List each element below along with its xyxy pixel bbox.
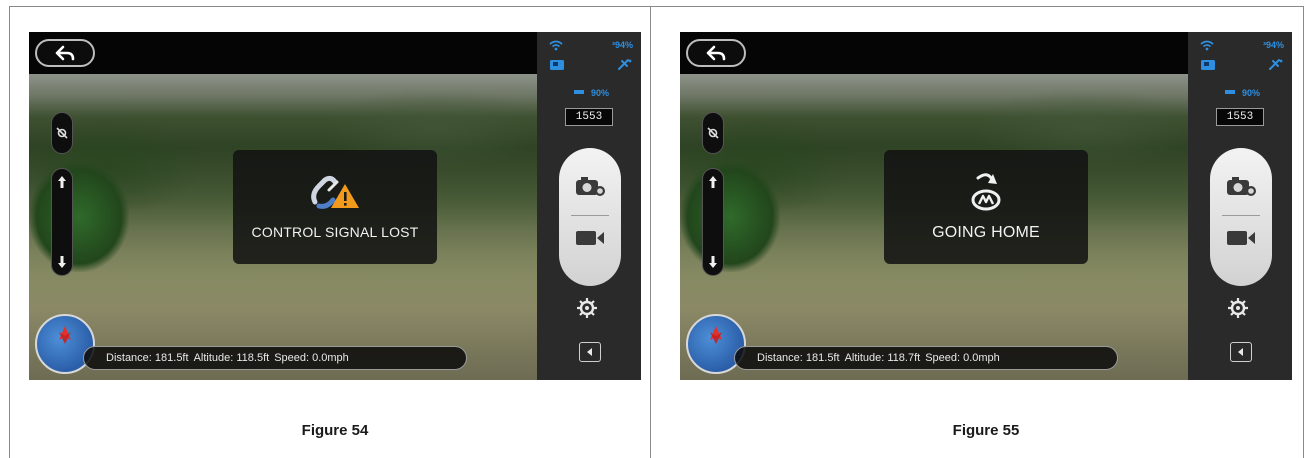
altitude-slider[interactable]: [702, 168, 724, 276]
capture-capsule: [1210, 148, 1272, 286]
figure-caption: Figure 54: [301, 422, 369, 439]
gimbal-icon: [707, 127, 719, 139]
top-bar: [29, 32, 537, 74]
wifi-icon: [549, 40, 563, 51]
arrow-down-icon: [58, 256, 66, 268]
gimbal-toggle[interactable]: [702, 112, 724, 154]
telemetry-bar: Distance: 181.5ft Altitude: 118.7ft Spee…: [734, 346, 1118, 370]
status-overlay: GOING HOME: [884, 150, 1088, 264]
figure-54: CONTROL SIGNAL LOST Distance: 181.5ft Al…: [0, 0, 641, 458]
photo-button[interactable]: [1225, 174, 1257, 203]
settings-button[interactable]: [1226, 296, 1250, 325]
signal-lost-warning-icon: [307, 172, 363, 212]
wifi-battery-icon: [1224, 90, 1235, 94]
app-screen: GOING HOME Distance: 181.5ft Altitude: 1…: [680, 32, 1292, 380]
status-row-mid: [1200, 58, 1284, 71]
capture-capsule: [559, 148, 621, 286]
gimbal-toggle[interactable]: [51, 112, 73, 154]
right-control-panel: ³94% 90% 1553: [1188, 32, 1292, 380]
menu-toggle-button[interactable]: [1230, 342, 1252, 362]
camera-icon: [1227, 177, 1256, 196]
wifi-battery-icon: [573, 90, 584, 94]
wifi-battery-readout: 90%: [1241, 88, 1260, 98]
wifi-battery-readout: 90%: [590, 88, 609, 98]
wifi-icon: [1200, 40, 1214, 51]
satellite-icon: [1269, 59, 1283, 70]
photo-counter: 1553: [1216, 108, 1264, 126]
figure-caption: Figure 55: [952, 422, 1020, 439]
status-row-top: ³94%: [549, 40, 633, 51]
satellite-icon: [618, 59, 632, 70]
speed-readout: Speed: 0.0mph: [925, 352, 1000, 364]
video-button[interactable]: [1225, 228, 1257, 253]
triangle-left-icon: [587, 348, 592, 356]
video-camera-icon: [576, 231, 604, 245]
arrow-up-icon: [709, 176, 717, 188]
camera-link-icon: [550, 60, 564, 70]
top-bar: [680, 32, 1188, 74]
arrow-up-icon: [58, 176, 66, 188]
status-row-mid: [549, 58, 633, 71]
distance-readout: Distance: 181.5ft: [757, 352, 840, 364]
gear-icon: [1228, 298, 1248, 318]
back-button[interactable]: [35, 39, 95, 67]
right-control-panel: ³94% 90% 1553: [537, 32, 641, 380]
speed-readout: Speed: 0.0mph: [274, 352, 349, 364]
status-row-battery: 90%: [1200, 88, 1284, 98]
overlay-message: GOING HOME: [932, 224, 1040, 241]
gear-icon: [577, 298, 597, 318]
photo-counter: 1553: [565, 108, 613, 126]
rc-signal-readout: ³94%: [1262, 40, 1284, 50]
arrow-down-icon: [709, 256, 717, 268]
telemetry-bar: Distance: 181.5ft Altitude: 118.5ft Spee…: [83, 346, 467, 370]
camera-icon: [576, 177, 605, 196]
altitude-slider[interactable]: [51, 168, 73, 276]
back-arrow-icon: [55, 45, 75, 61]
video-button[interactable]: [574, 228, 606, 253]
distance-readout: Distance: 181.5ft: [106, 352, 189, 364]
status-row-top: ³94%: [1200, 40, 1284, 51]
altitude-readout: Altitude: 118.5ft: [193, 352, 270, 364]
altitude-readout: Altitude: 118.7ft: [844, 352, 921, 364]
status-row-battery: 90%: [549, 88, 633, 98]
video-camera-icon: [1227, 231, 1255, 245]
rc-signal-readout: ³94%: [611, 40, 633, 50]
status-overlay: CONTROL SIGNAL LOST: [233, 150, 437, 264]
figure-55: GOING HOME Distance: 181.5ft Altitude: 1…: [651, 0, 1292, 458]
back-button[interactable]: [686, 39, 746, 67]
photo-button[interactable]: [574, 174, 606, 203]
back-arrow-icon: [706, 45, 726, 61]
overlay-message: CONTROL SIGNAL LOST: [251, 224, 419, 240]
going-home-icon: [969, 172, 1003, 212]
gimbal-icon: [56, 127, 68, 139]
camera-link-icon: [1201, 60, 1215, 70]
menu-toggle-button[interactable]: [579, 342, 601, 362]
triangle-left-icon: [1238, 348, 1243, 356]
settings-button[interactable]: [575, 296, 599, 325]
app-screen: CONTROL SIGNAL LOST Distance: 181.5ft Al…: [29, 32, 641, 380]
